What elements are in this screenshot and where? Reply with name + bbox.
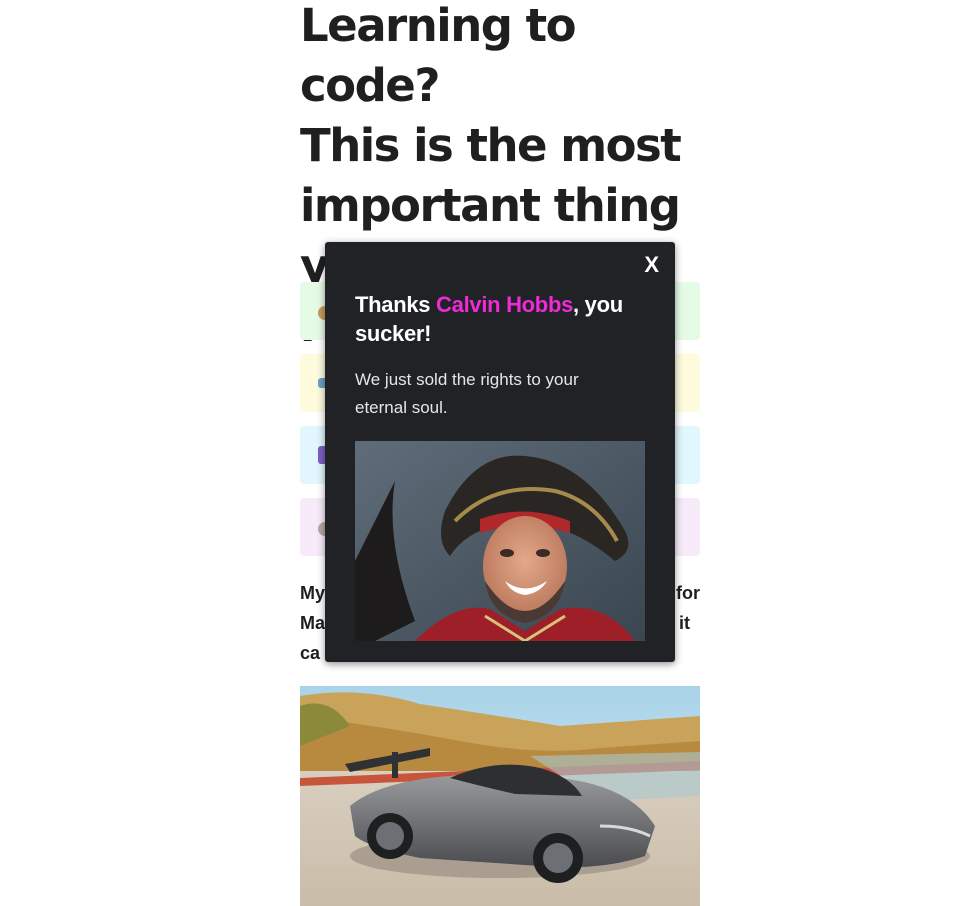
popup-title-prefix: Thanks <box>355 292 437 317</box>
popup-user-name: Calvin Hobbs <box>436 292 574 317</box>
page: Learning to code? This is the most impor… <box>0 0 972 906</box>
paragraph-line1-end: for <box>676 583 700 603</box>
pirate-image <box>355 441 645 641</box>
popup-message: We just sold the rights to your eternal … <box>355 370 579 417</box>
paragraph-line2-start: Ma <box>300 613 326 633</box>
popup-title: Thanks Calvin Hobbs, you sucker! <box>355 290 655 348</box>
paragraph-line2-end: it <box>679 613 690 633</box>
paragraph-line3-start: ca <box>300 643 321 663</box>
paragraph-line1-start: My <box>300 583 326 603</box>
close-button[interactable]: X <box>644 254 659 276</box>
popup-dialog: X Thanks Calvin Hobbs, you sucker! We ju… <box>325 242 675 662</box>
sports-car-image <box>300 686 700 906</box>
